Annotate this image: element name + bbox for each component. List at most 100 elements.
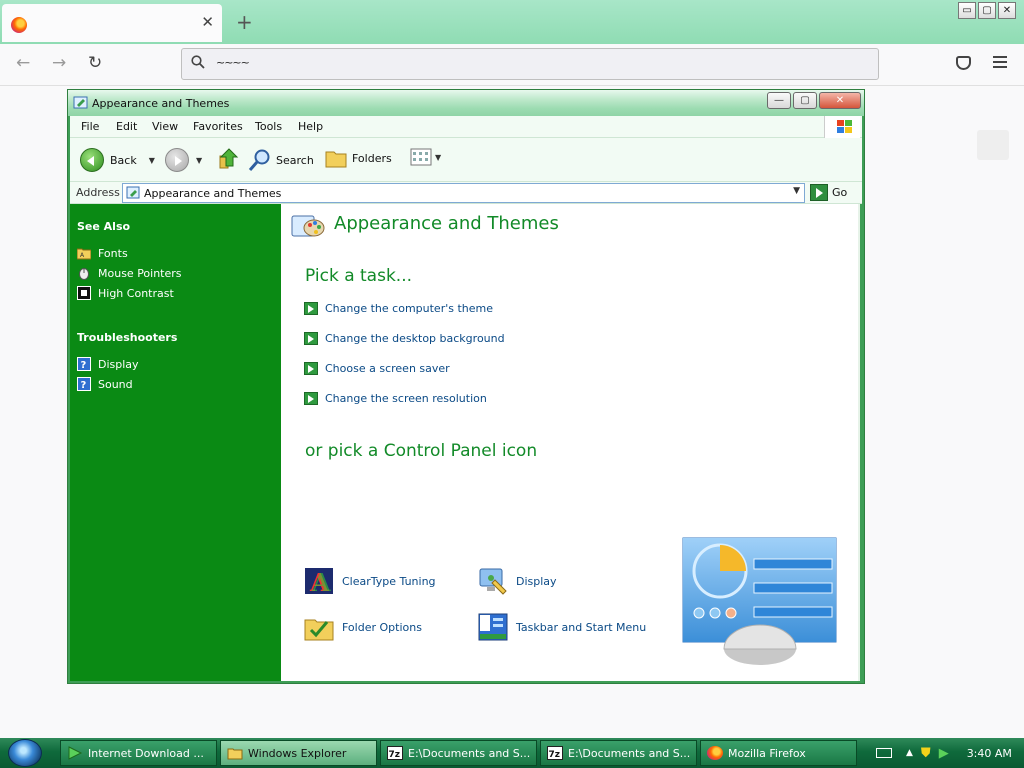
control-panel-icon xyxy=(73,96,88,109)
taskbar-button-label: E:\Documents and S... xyxy=(408,746,531,760)
help-icon: ? xyxy=(77,357,91,371)
taskbar-button[interactable]: 7z E:\Documents and S... xyxy=(540,740,697,766)
taskbar-button-label: E:\Documents and S... xyxy=(568,746,691,760)
task-link[interactable]: Choose a screen saver xyxy=(304,362,450,375)
explorer-title-bar[interactable]: Appearance and Themes — ▢ ✕ xyxy=(68,90,864,116)
help-icon: ? xyxy=(77,377,91,391)
task-link[interactable]: Change the desktop background xyxy=(304,332,505,345)
chevron-down-icon: ▼ xyxy=(435,152,442,162)
back-label: Back xyxy=(110,153,137,167)
views-icon xyxy=(410,148,432,166)
forward-button[interactable]: ▼ xyxy=(165,148,202,172)
task-label: Choose a screen saver xyxy=(325,362,450,375)
svg-text:?: ? xyxy=(81,380,87,391)
display-item[interactable]: Display xyxy=(477,566,557,596)
taskbar-button-label: Windows Explorer xyxy=(248,746,347,760)
show-hidden-icons-icon[interactable]: ▲ xyxy=(906,748,913,758)
forward-arrow-icon xyxy=(165,148,189,172)
up-folder-icon[interactable] xyxy=(218,146,240,170)
see-also-label: High Contrast xyxy=(98,286,174,300)
troubleshooter-sound[interactable]: ? Sound xyxy=(77,377,133,391)
control-panel-icon-label: Display xyxy=(516,574,557,588)
close-tab-icon[interactable]: ✕ xyxy=(201,13,214,31)
browser-window-controls: ▭ ▢ ✕ xyxy=(958,2,1016,19)
views-button[interactable]: ▼ xyxy=(410,148,441,166)
appearance-themes-icon xyxy=(291,215,325,237)
back-button[interactable]: Back ▼ xyxy=(80,148,155,172)
menu-tools[interactable]: Tools xyxy=(255,120,282,133)
troubleshooter-label: Sound xyxy=(98,377,133,391)
content-pane: Appearance and Themes Pick a task... Cha… xyxy=(281,204,860,681)
taskbar-button[interactable]: Windows Explorer xyxy=(220,740,377,766)
minimize-button[interactable]: ▭ xyxy=(958,2,976,19)
chevron-down-icon[interactable]: ▼ xyxy=(196,156,202,165)
menu-view[interactable]: View xyxy=(152,120,178,133)
task-link[interactable]: Change the computer's theme xyxy=(304,302,493,315)
maximize-button[interactable]: ▢ xyxy=(793,92,817,109)
menu-help[interactable]: Help xyxy=(298,120,323,133)
close-button[interactable]: ✕ xyxy=(819,92,861,109)
svg-text:?: ? xyxy=(81,360,87,371)
folder-options-item[interactable]: Folder Options xyxy=(303,612,422,642)
cleartype-tuning-item[interactable]: A A ClearType Tuning xyxy=(303,566,436,596)
url-bar[interactable]: ~~~~ xyxy=(181,48,879,80)
menu-favorites[interactable]: Favorites xyxy=(193,120,243,133)
folder-options-icon xyxy=(304,619,334,641)
see-also-label: Mouse Pointers xyxy=(98,266,182,280)
taskbar-button[interactable]: Mozilla Firefox xyxy=(700,740,857,766)
taskbar-button[interactable]: Internet Download ... xyxy=(60,740,217,766)
start-button[interactable] xyxy=(8,739,42,767)
see-also-mouse-pointers[interactable]: Mouse Pointers xyxy=(77,266,182,280)
menu-edit[interactable]: Edit xyxy=(116,120,137,133)
page-title: Appearance and Themes xyxy=(334,213,559,234)
taskbar-icon xyxy=(478,613,508,641)
search-button[interactable]: Search xyxy=(248,148,314,172)
control-panel-illustration xyxy=(682,537,837,665)
task-link[interactable]: Change the screen resolution xyxy=(304,392,487,405)
minimize-button[interactable]: — xyxy=(767,92,791,109)
magnifier-icon xyxy=(248,149,270,171)
clock[interactable]: 3:40 AM xyxy=(967,747,1012,760)
chevron-down-icon[interactable]: ▼ xyxy=(793,186,800,196)
arrow-right-icon xyxy=(304,392,318,405)
taskbar: Internet Download ... Windows Explorer 7… xyxy=(0,738,1024,768)
pocket-icon[interactable] xyxy=(956,56,971,70)
troubleshooters-heading: Troubleshooters xyxy=(77,331,178,344)
back-arrow-icon[interactable]: ← xyxy=(16,53,30,73)
folders-label: Folders xyxy=(352,151,392,165)
arrow-right-icon xyxy=(304,332,318,345)
close-button[interactable]: ✕ xyxy=(998,2,1016,19)
keyboard-icon[interactable] xyxy=(876,748,892,758)
new-tab-button[interactable]: + xyxy=(236,10,253,34)
taskbar-start-menu-item[interactable]: Taskbar and Start Menu xyxy=(477,612,646,642)
see-also-fonts[interactable]: A Fonts xyxy=(77,246,128,260)
forward-arrow-icon[interactable]: → xyxy=(52,53,66,73)
menu-file[interactable]: File xyxy=(81,120,99,133)
search-label: Search xyxy=(276,153,314,167)
explorer-window-controls: — ▢ ✕ xyxy=(767,92,861,109)
taskbar-button[interactable]: 7z E:\Documents and S... xyxy=(380,740,537,766)
high-contrast-icon xyxy=(77,286,91,300)
search-icon xyxy=(191,55,205,69)
go-label: Go xyxy=(832,186,848,199)
go-button[interactable]: Go xyxy=(810,184,847,201)
task-label: Change the screen resolution xyxy=(325,392,487,405)
browser-tab[interactable]: ✕ xyxy=(2,4,222,42)
folder-icon xyxy=(227,748,243,760)
address-input[interactable]: Appearance and Themes ▼ xyxy=(122,183,805,203)
task-pane: See Also A Fonts Mouse Pointers High Con… xyxy=(70,204,281,681)
display-icon xyxy=(479,568,507,595)
troubleshooter-display[interactable]: ? Display xyxy=(77,357,139,371)
firefox-icon xyxy=(11,17,27,33)
reload-icon[interactable]: ↻ xyxy=(88,53,102,73)
chevron-down-icon[interactable]: ▼ xyxy=(149,156,155,165)
pick-task-heading: Pick a task... xyxy=(305,266,413,286)
download-arrow-icon[interactable]: ▶ xyxy=(939,746,949,761)
hamburger-menu-icon[interactable] xyxy=(993,56,1007,71)
folders-button[interactable]: Folders xyxy=(325,148,392,168)
download-arrow-icon xyxy=(68,746,83,760)
see-also-high-contrast[interactable]: High Contrast xyxy=(77,286,174,300)
7zip-icon: 7z xyxy=(547,746,563,760)
shield-icon[interactable]: ⛊ xyxy=(921,746,931,761)
restore-button[interactable]: ▢ xyxy=(978,2,996,19)
